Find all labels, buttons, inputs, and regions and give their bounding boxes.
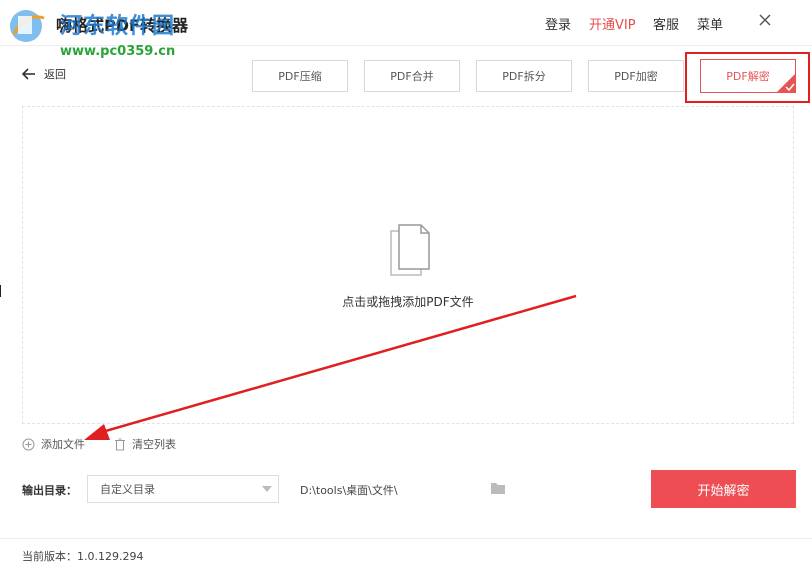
back-label: 返回 xyxy=(44,68,66,81)
menu-link[interactable]: 菜单 xyxy=(697,14,723,33)
login-link[interactable]: 登录 xyxy=(545,14,571,33)
title-bar: 嗨格式PDF转换器 河东软件园 登录 开通VIP 客服 菜单 xyxy=(0,0,812,46)
version-text: 当前版本：1.0.129.294 xyxy=(22,550,144,563)
document-icon xyxy=(390,224,430,276)
close-icon[interactable] xyxy=(757,12,773,28)
output-dir-value: 自定义目录 xyxy=(100,483,155,496)
output-dir-label: 输出目录： xyxy=(22,484,77,497)
chevron-down-icon xyxy=(262,486,272,492)
trash-icon xyxy=(115,438,125,450)
tab-pdf-compress[interactable]: PDF压缩 xyxy=(252,60,348,92)
folder-icon[interactable] xyxy=(490,481,506,495)
plus-circle-icon xyxy=(22,438,35,450)
add-file-button[interactable]: 添加文件 xyxy=(22,436,85,452)
back-button[interactable]: 返回 xyxy=(22,66,66,82)
tab-label: PDF合并 xyxy=(390,70,434,83)
arrow-left-icon xyxy=(22,68,35,80)
app-logo-icon xyxy=(10,10,45,42)
watermark-url: www.pc0359.cn xyxy=(60,44,176,59)
output-path: D:\tools\桌面\文件\ xyxy=(300,484,398,497)
tab-pdf-encrypt[interactable]: PDF加密 xyxy=(588,60,684,92)
tab-label: PDF压缩 xyxy=(278,70,322,83)
vip-link[interactable]: 开通VIP xyxy=(589,14,636,33)
edge-mark xyxy=(0,285,1,297)
clear-list-label: 清空列表 xyxy=(132,438,176,451)
add-file-label: 添加文件 xyxy=(41,438,85,451)
tab-pdf-merge[interactable]: PDF合并 xyxy=(364,60,460,92)
output-dir-select[interactable]: 自定义目录 xyxy=(87,475,279,503)
clear-list-button[interactable]: 清空列表 xyxy=(114,436,176,452)
service-link[interactable]: 客服 xyxy=(653,14,679,33)
file-drop-zone[interactable]: 点击或拖拽添加PDF文件 xyxy=(22,106,794,424)
tab-pdf-split[interactable]: PDF拆分 xyxy=(476,60,572,92)
start-decrypt-button[interactable]: 开始解密 xyxy=(651,470,796,508)
tab-label: PDF加密 xyxy=(614,70,658,83)
tab-label: PDF拆分 xyxy=(502,70,546,83)
watermark-title: 河东软件园 xyxy=(60,14,176,39)
app-window: 嗨格式PDF转换器 河东软件园 登录 开通VIP 客服 菜单 www.pc035… xyxy=(0,0,812,570)
footer-divider xyxy=(0,538,812,539)
drop-hint: 点击或拖拽添加PDF文件 xyxy=(342,295,474,309)
annotation-highlight-box xyxy=(685,52,810,103)
